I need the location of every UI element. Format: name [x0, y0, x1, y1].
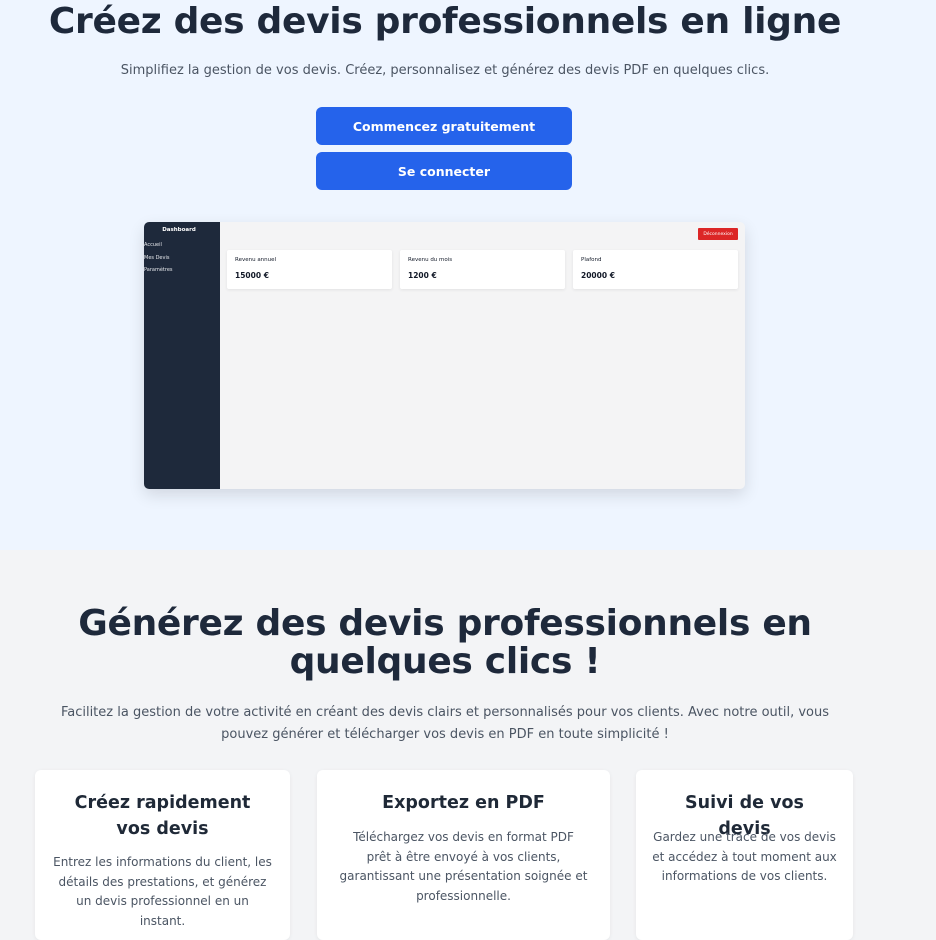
- preview-card-value: 15000 €: [235, 271, 269, 280]
- preview-sidebar-item-devis: Mes Devis: [144, 255, 170, 261]
- hero-subtitle: Simplifiez la gestion de vos devis. Crée…: [120, 63, 770, 78]
- feature-text: Gardez une trace de vos devis et accédez…: [652, 830, 837, 883]
- feature-card-tracking: Suivi de vos devis Gardez une trace de v…: [636, 770, 853, 940]
- preview-card-ceiling: Plafond 20000 €: [573, 250, 738, 289]
- preview-card-label: Revenu annuel: [235, 257, 277, 263]
- feature-title: Exportez en PDF: [382, 793, 545, 813]
- preview-sidebar: Dashboard Accueil Mes Devis Paramètres: [144, 222, 220, 489]
- features-subtitle: Facilitez la gestion de votre activité e…: [60, 705, 830, 742]
- feature-card-export: Exportez en PDF Téléchargez vos devis en…: [317, 770, 610, 940]
- feature-text: Entrez les informations du client, les d…: [53, 855, 272, 928]
- dashboard-preview: Dashboard Accueil Mes Devis Paramètres D…: [144, 222, 745, 489]
- feature-title: Créez rapidement vos devis: [74, 793, 251, 839]
- feature-card-create: Créez rapidement vos devis Entrez les in…: [35, 770, 290, 940]
- login-button[interactable]: Se connecter: [316, 152, 572, 190]
- hero-title: Créez des devis professionnels en ligne: [48, 1, 842, 42]
- preview-sidebar-item-parametres: Paramètres: [144, 267, 173, 273]
- hero-section: Créez des devis professionnels en ligne …: [0, 0, 936, 550]
- preview-sidebar-title: Dashboard: [162, 227, 196, 233]
- preview-card-annual: Revenu annuel 15000 €: [227, 250, 392, 289]
- features-title-line1: Générez des devis professionnels en: [78, 603, 812, 644]
- start-free-button[interactable]: Commencez gratuitement: [316, 107, 572, 145]
- preview-card-month: Revenu du mois 1200 €: [400, 250, 565, 289]
- preview-card-label: Revenu du mois: [408, 257, 453, 263]
- feature-text: Téléchargez vos devis en format PDF prêt…: [339, 830, 588, 903]
- preview-logout-button: Déconnexion: [698, 228, 738, 240]
- preview-card-value: 1200 €: [408, 271, 437, 280]
- preview-card-value: 20000 €: [581, 271, 615, 280]
- preview-sidebar-item-accueil: Accueil: [144, 242, 162, 248]
- features-title-line2: quelques clics !: [289, 641, 601, 682]
- preview-card-label: Plafond: [581, 257, 602, 263]
- features-title: Générez des devis professionnels en quel…: [0, 605, 890, 681]
